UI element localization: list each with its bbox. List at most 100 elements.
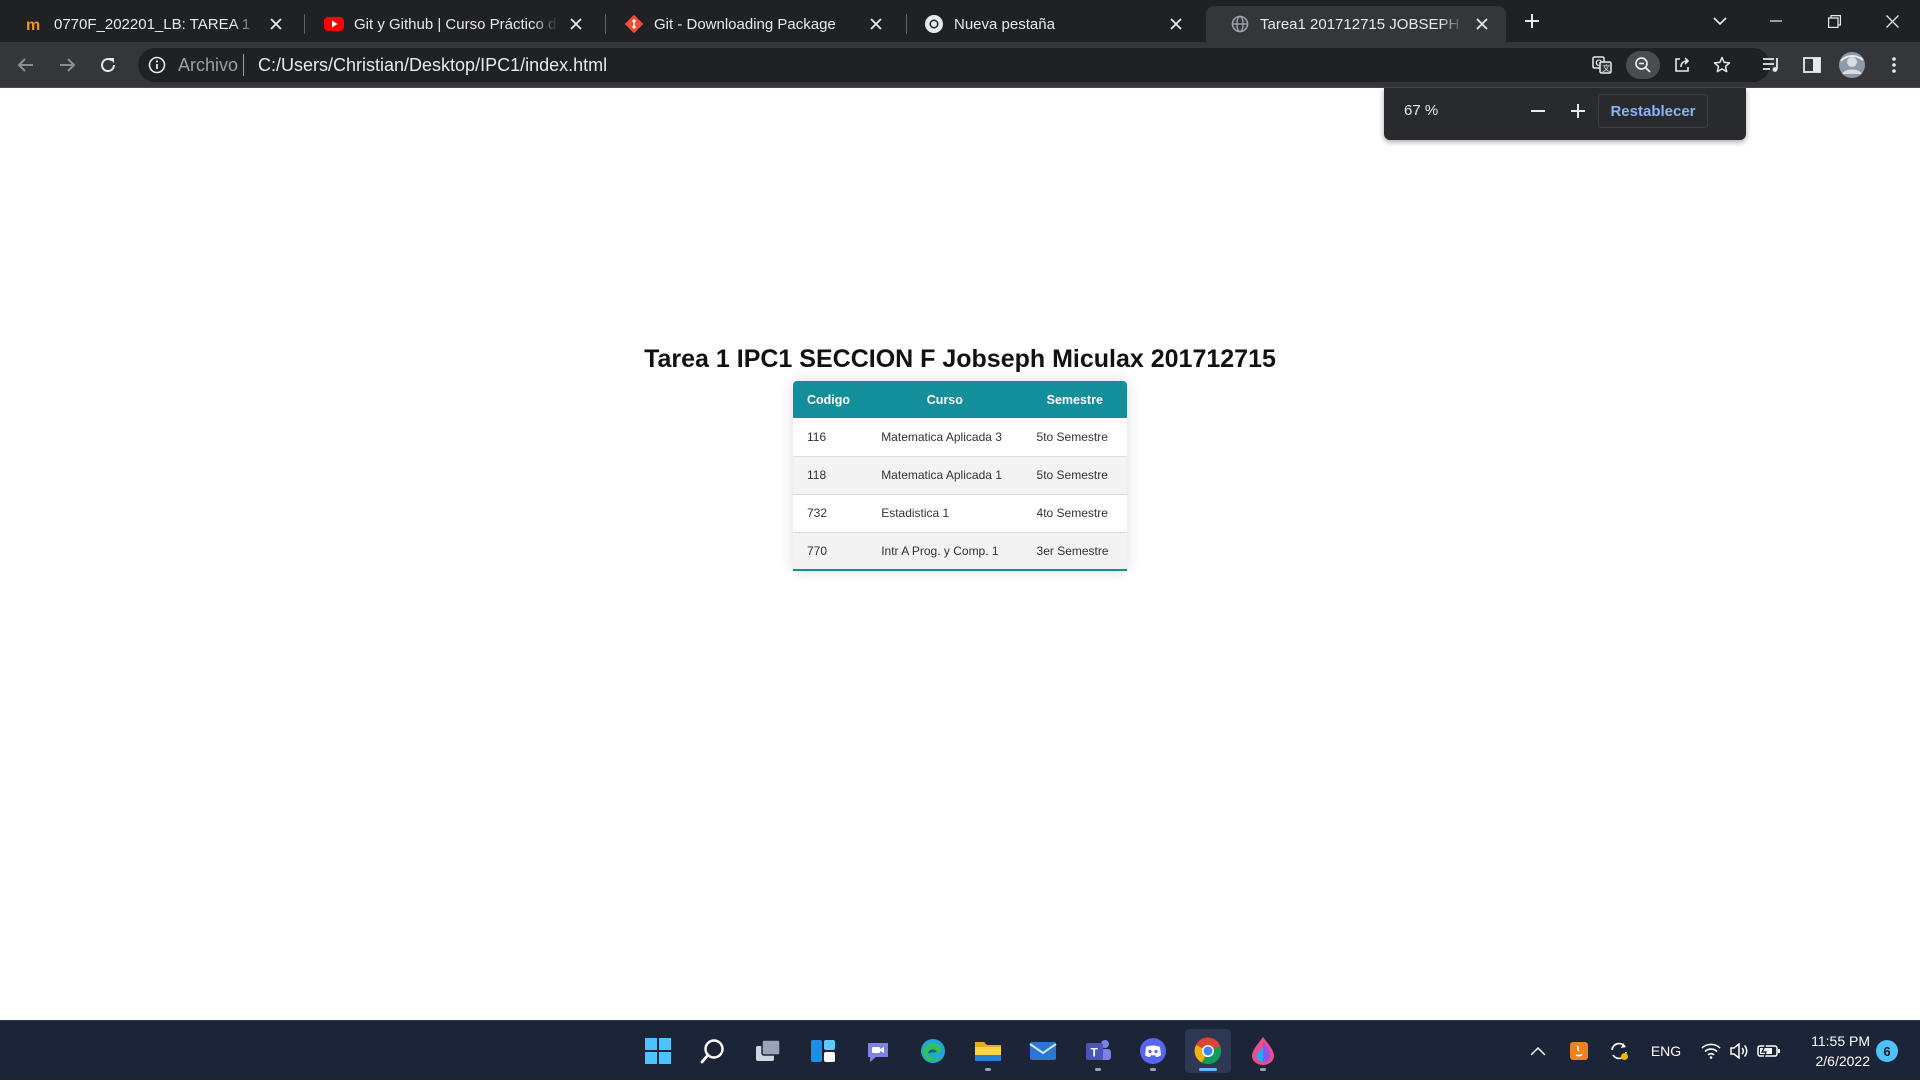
zoom-in-button[interactable] (1564, 97, 1592, 125)
tab-active-tarea1[interactable]: Tarea1 201712715 JOBSEPH MICULAX (1206, 6, 1506, 42)
running-indicator (1150, 1068, 1156, 1071)
paint-icon (1252, 1037, 1274, 1065)
table-row: 118 Matematica Aplicada 1 5to Semestre (793, 456, 1127, 495)
zoom-out-magnifier-icon[interactable] (1626, 51, 1660, 79)
tab-youtube[interactable]: Git y Github | Curso Práctico de Git (300, 6, 600, 42)
chrome-icon (1194, 1037, 1222, 1065)
side-panel-icon (1803, 57, 1821, 73)
tab-title: 0770F_202201_LB: TAREA 1 (54, 15, 251, 33)
column-header-codigo: Codigo (793, 381, 868, 418)
clock-date: 2/6/2022 (1815, 1053, 1871, 1069)
tab-title: Git - Downloading Package (654, 15, 836, 33)
tab-title: Nueva pestaña (954, 15, 1055, 33)
avatar (1839, 52, 1865, 78)
close-tab-icon[interactable] (264, 12, 288, 36)
battery-icon[interactable] (1756, 1021, 1782, 1081)
cell-codigo: 118 (793, 456, 868, 495)
edge-button[interactable] (910, 1029, 956, 1073)
restore-icon (1827, 14, 1841, 28)
teams-chat-icon (868, 1043, 888, 1062)
table-row: 732 Estadistica 1 4to Semestre (793, 494, 1127, 533)
address-bar[interactable]: Archivo C:/Users/Christian/Desktop/IPC1/… (138, 48, 1770, 82)
side-panel-button[interactable] (1796, 49, 1828, 81)
running-indicator (985, 1068, 991, 1071)
task-view-icon (756, 1039, 781, 1061)
more-vertical-icon (1892, 57, 1896, 73)
wifi-icon[interactable] (1700, 1021, 1722, 1081)
zoom-reset-button[interactable]: Restablecer (1598, 94, 1708, 128)
tab-search-button[interactable] (1704, 0, 1736, 42)
mail-button[interactable] (1020, 1029, 1066, 1073)
input-language-indicator[interactable]: ENG (1648, 1021, 1684, 1081)
close-window-button[interactable] (1868, 0, 1916, 42)
tab-git[interactable]: Git - Downloading Package (600, 6, 900, 42)
share-icon[interactable] (1668, 51, 1696, 79)
arrow-left-icon (17, 58, 33, 72)
url-text[interactable]: C:/Users/Christian/Desktop/IPC1/index.ht… (258, 48, 607, 82)
menu-button[interactable] (1878, 49, 1910, 81)
task-view-button[interactable] (745, 1029, 791, 1073)
browser-toolbar: Archivo C:/Users/Christian/Desktop/IPC1/… (0, 42, 1920, 88)
reload-icon (101, 58, 116, 73)
show-hidden-icons-button[interactable] (1526, 1021, 1550, 1081)
cell-codigo: 732 (793, 494, 868, 533)
bookmark-star-icon[interactable] (1708, 51, 1736, 79)
teams-chat-button[interactable] (855, 1029, 901, 1073)
column-header-curso: Curso (867, 381, 1023, 418)
tray-java-update-icon[interactable] (1566, 1021, 1592, 1081)
teams-icon: T (1086, 1040, 1111, 1060)
taskbar-search-button[interactable] (690, 1029, 736, 1073)
cell-codigo: 116 (793, 418, 868, 457)
svg-text:T: T (1091, 1046, 1099, 1060)
cell-curso: Estadistica 1 (867, 494, 1023, 533)
cell-semestre: 3er Semestre (1022, 532, 1127, 571)
clock-time: 11:55 PM (1811, 1033, 1870, 1049)
taskbar-clock[interactable]: 11:55 PM 2/6/2022 (1796, 1031, 1870, 1071)
start-button[interactable] (635, 1029, 681, 1073)
notification-badge[interactable]: 6 (1876, 1040, 1898, 1062)
file-explorer-button[interactable] (965, 1029, 1011, 1073)
tab-moodle[interactable]: m 0770F_202201_LB: TAREA 1 (0, 6, 300, 42)
cell-curso: Matematica Aplicada 1 (867, 456, 1023, 495)
search-icon (700, 1039, 724, 1064)
cell-semestre: 5to Semestre (1022, 456, 1127, 495)
tray-sync-icon[interactable] (1606, 1021, 1632, 1081)
reload-button[interactable] (92, 49, 124, 81)
cell-curso: Matematica Aplicada 3 (867, 418, 1023, 457)
svg-text:m: m (26, 17, 40, 34)
youtube-icon (324, 14, 344, 34)
chrome-taskbar-button[interactable] (1185, 1029, 1231, 1073)
column-header-semestre: Semestre (1022, 381, 1127, 418)
close-tab-icon[interactable] (1470, 12, 1494, 36)
reading-list-button[interactable] (1756, 49, 1788, 81)
cell-semestre: 5to Semestre (1022, 418, 1127, 457)
chrome-icon (924, 14, 944, 34)
widgets-icon (811, 1040, 835, 1062)
globe-icon (1230, 14, 1250, 34)
new-tab-button[interactable] (1516, 0, 1548, 42)
info-icon[interactable] (148, 56, 166, 74)
close-tab-icon[interactable] (564, 12, 588, 36)
back-button[interactable] (10, 49, 42, 81)
forward-button[interactable] (51, 49, 83, 81)
translate-icon[interactable]: G文 (1588, 51, 1616, 79)
close-tab-icon[interactable] (864, 12, 888, 36)
paint-button[interactable] (1240, 1029, 1286, 1073)
start-icon (645, 1038, 671, 1064)
running-indicator (1095, 1068, 1101, 1071)
volume-icon[interactable] (1728, 1021, 1750, 1081)
profile-button[interactable] (1836, 49, 1868, 81)
table-header-row: Codigo Curso Semestre (793, 381, 1127, 418)
widgets-button[interactable] (800, 1029, 846, 1073)
table-row: 116 Matematica Aplicada 3 5to Semestre (793, 418, 1127, 457)
zoom-out-button[interactable] (1524, 97, 1552, 125)
minimize-button[interactable] (1752, 0, 1800, 42)
svg-text:文: 文 (1602, 63, 1610, 73)
close-tab-icon[interactable] (1164, 12, 1188, 36)
tab-new-tab[interactable]: Nueva pestaña (900, 6, 1200, 42)
teams-button[interactable]: T (1075, 1029, 1121, 1073)
url-divider (243, 54, 244, 76)
edge-icon (921, 1039, 945, 1063)
restore-button[interactable] (1810, 0, 1858, 42)
discord-button[interactable] (1130, 1029, 1176, 1073)
